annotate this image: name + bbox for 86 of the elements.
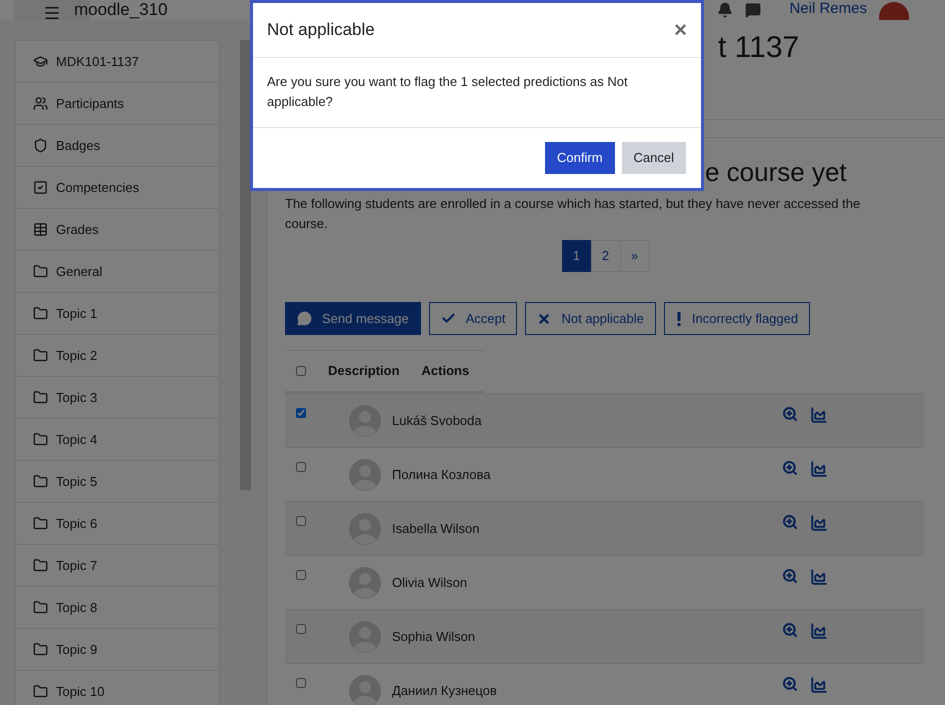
nav-item[interactable]: Topic 8: [16, 587, 219, 629]
nav-item[interactable]: Topic 10: [16, 671, 219, 705]
folder-icon: [33, 474, 48, 489]
row-checkbox[interactable]: [296, 624, 306, 634]
nav-item[interactable]: Grades: [16, 209, 219, 251]
zoom-in-icon[interactable]: [782, 568, 798, 584]
action-button[interactable]: Not applicable: [525, 302, 656, 335]
student-name[interactable]: Даниил Кузнецов: [392, 680, 497, 700]
area-chart-icon[interactable]: [810, 622, 828, 640]
folder-icon: [33, 390, 48, 405]
folder-icon: [33, 558, 48, 573]
nav-item[interactable]: Topic 2: [16, 335, 219, 377]
column-header: Description: [328, 362, 400, 380]
student-name[interactable]: Olivia Wilson: [392, 572, 468, 592]
avatar-placeholder: [349, 458, 381, 490]
student-name[interactable]: Lukáš Svoboda: [392, 410, 482, 430]
folder-icon: [33, 306, 48, 321]
zoom-in-icon[interactable]: [782, 406, 798, 422]
nav-item[interactable]: General: [16, 251, 219, 293]
nav-item[interactable]: Topic 3: [16, 377, 219, 419]
zoom-in-icon[interactable]: [782, 460, 798, 476]
action-button[interactable]: Incorrectly flagged: [664, 302, 810, 335]
zoom-in-icon[interactable]: [782, 622, 798, 638]
action-button[interactable]: Accept: [428, 302, 518, 335]
exclamation-icon: [676, 312, 682, 326]
nav-item[interactable]: Topic 7: [16, 545, 219, 587]
student-name[interactable]: Sophia Wilson: [392, 626, 476, 646]
area-chart-icon[interactable]: [810, 460, 828, 478]
nav-item[interactable]: Topic 9: [16, 629, 219, 671]
site-name[interactable]: moodle_310: [74, 0, 168, 20]
table-icon: [33, 222, 48, 237]
area-chart-icon[interactable]: [810, 676, 828, 694]
chat-icon[interactable]: [745, 2, 762, 18]
modal-message: Are you sure you want to flag the 1 selected predictions as Not applicable?: [267, 73, 629, 111]
folder-icon: [33, 642, 48, 657]
menu-icon: [43, 4, 61, 20]
page-link[interactable]: »: [620, 240, 650, 272]
folder-icon: [33, 516, 48, 531]
shield-icon: [33, 138, 48, 153]
modal-title: Not applicable: [267, 19, 375, 42]
speech-bubble-icon: [297, 311, 312, 326]
bell-icon[interactable]: [717, 2, 734, 18]
nav-item[interactable]: Competencies: [16, 167, 219, 209]
avatar-placeholder: [349, 566, 381, 598]
nav-item[interactable]: MDK101-1137: [16, 41, 219, 83]
user-name[interactable]: Neil Remes: [789, 0, 867, 18]
scrollbar[interactable]: [240, 40, 251, 490]
folder-icon: [33, 432, 48, 447]
select-all-checkbox[interactable]: [296, 366, 306, 376]
folder-icon: [33, 348, 48, 363]
avatar-placeholder: [349, 674, 381, 705]
area-chart-icon[interactable]: [810, 406, 828, 424]
close-button[interactable]: ×: [674, 19, 687, 41]
folder-icon: [33, 684, 48, 699]
nav-item[interactable]: Badges: [16, 125, 219, 167]
row-checkbox[interactable]: [296, 516, 306, 526]
x-icon: [537, 312, 552, 326]
users-icon: [33, 96, 48, 111]
student-name[interactable]: Isabella Wilson: [392, 518, 480, 538]
nav-item[interactable]: Participants: [16, 83, 219, 125]
description-text: The following students are enrolled in a course which has started, but they have never accessed the course.: [285, 195, 862, 233]
area-chart-icon[interactable]: [810, 514, 828, 532]
action-button[interactable]: Send message: [285, 302, 421, 335]
nav-item[interactable]: Topic 1: [16, 293, 219, 335]
page-link[interactable]: 1: [562, 240, 592, 272]
cancel-button[interactable]: Cancel: [622, 142, 686, 174]
zoom-in-icon[interactable]: [782, 676, 798, 692]
page-heading: t 1137: [718, 30, 800, 66]
row-checkbox[interactable]: [296, 678, 306, 688]
student-name[interactable]: Полина Козлова: [392, 464, 491, 484]
folder-icon: [33, 264, 48, 279]
row-checkbox[interactable]: [296, 408, 306, 418]
row-checkbox[interactable]: [296, 462, 306, 472]
folder-icon: [33, 600, 48, 615]
nav-item[interactable]: Topic 5: [16, 461, 219, 503]
section-heading: e course yet: [705, 156, 847, 188]
row-checkbox[interactable]: [296, 570, 306, 580]
column-header: Actions: [422, 362, 470, 380]
page-link[interactable]: 2: [590, 240, 620, 272]
nav-item[interactable]: Topic 4: [16, 419, 219, 461]
checkbox-icon: [33, 180, 48, 195]
area-chart-icon[interactable]: [810, 568, 828, 586]
confirm-button[interactable]: Confirm: [545, 142, 615, 174]
zoom-in-icon[interactable]: [782, 514, 798, 530]
nav-item[interactable]: Topic 6: [16, 503, 219, 545]
graduation-cap-icon: [33, 54, 48, 69]
